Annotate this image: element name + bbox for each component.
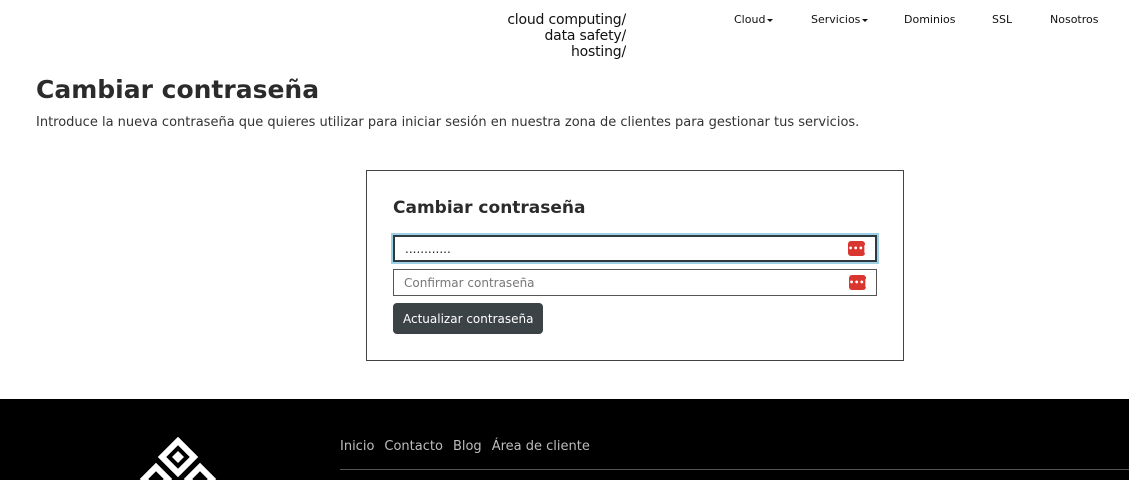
update-password-button[interactable]: Actualizar contraseña <box>393 303 544 334</box>
nav-item-label: Nosotros <box>1050 13 1099 26</box>
card-title: Cambiar contraseña <box>393 198 586 218</box>
footer-link-blog[interactable]: Blog <box>453 439 482 454</box>
footer-logo-icon <box>139 437 217 480</box>
brand-logo-text[interactable]: cloud computing/ data safety/ hosting/ <box>470 12 626 60</box>
page-description: Introduce la nueva contraseña que quiere… <box>36 115 860 130</box>
footer-link-inicio[interactable]: Inicio <box>340 439 374 454</box>
password-manager-icon[interactable]: •••| <box>849 275 867 290</box>
nav-item-label: Dominios <box>904 13 956 26</box>
nav-item-cloud[interactable]: Cloud <box>734 13 774 26</box>
brand-line-2: data safety/ <box>544 28 627 44</box>
footer-link-contacto[interactable]: Contacto <box>384 439 443 454</box>
site-footer: Inicio Contacto Blog Área de cliente <box>0 399 1129 480</box>
nav-item-label: Servicios <box>811 13 861 26</box>
nav-item-dominios[interactable]: Dominios <box>904 13 955 26</box>
footer-divider <box>340 469 1129 470</box>
caret-down-icon <box>767 18 774 22</box>
brand-line-3: hosting/ <box>571 44 626 60</box>
password-manager-icon[interactable]: •••| <box>848 241 866 256</box>
page-title: Cambiar contraseña <box>36 75 320 104</box>
new-password-field[interactable]: •••| <box>393 235 877 262</box>
confirm-password-input[interactable] <box>404 270 849 295</box>
confirm-password-field[interactable]: •••| <box>393 269 877 296</box>
nav-item-ssl[interactable]: SSL <box>992 13 1012 26</box>
footer-link-area-cliente[interactable]: Área de cliente <box>492 439 590 454</box>
site-header: cloud computing/ data safety/ hosting/ C… <box>0 0 1129 64</box>
caret-down-icon <box>862 18 869 22</box>
change-password-card: Cambiar contraseña •••| •••| Actualizar … <box>366 170 904 361</box>
footer-links: Inicio Contacto Blog Área de cliente <box>340 439 590 454</box>
nav-item-label: SSL <box>992 13 1013 26</box>
nav-item-nosotros[interactable]: Nosotros <box>1050 13 1098 26</box>
new-password-input[interactable] <box>405 237 848 260</box>
brand-line-1: cloud computing/ <box>507 12 626 28</box>
nav-item-label: Cloud <box>734 13 766 26</box>
nav-item-servicios[interactable]: Servicios <box>811 13 869 26</box>
